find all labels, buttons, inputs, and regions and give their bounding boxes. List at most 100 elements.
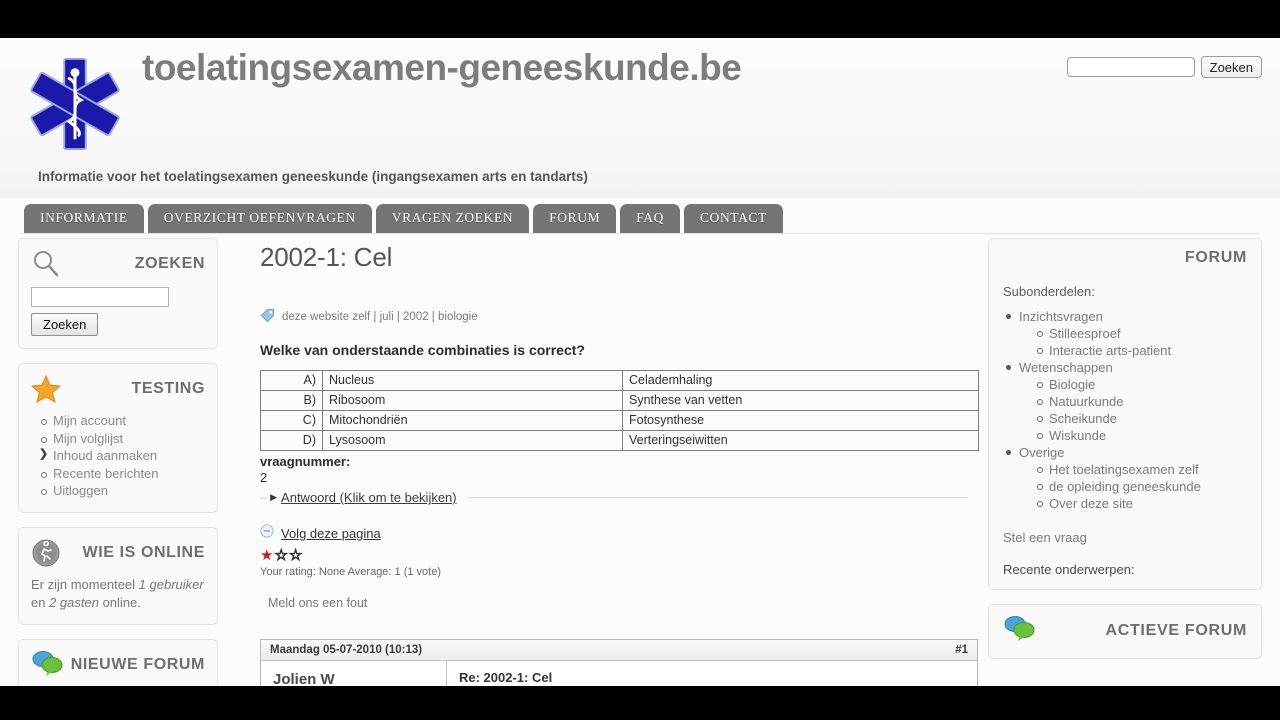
testing-block: TESTING Mijn account Mijn volglijst Inho… bbox=[18, 363, 218, 513]
testing-block-header: TESTING bbox=[30, 374, 205, 404]
header-search-input[interactable] bbox=[1066, 57, 1195, 77]
forum-category-overige[interactable]: Overige Het toelatingsexamen zelf de opl… bbox=[1003, 444, 1247, 512]
forum-subcategory-list: Stilleesproef Interactie arts-patient bbox=[1019, 325, 1247, 359]
nav-item-overzicht-oefenvragen[interactable]: OVERZICHT OEFENVRAGEN bbox=[147, 204, 372, 233]
header-search-form: Zoeken bbox=[1066, 56, 1262, 78]
forum-category-wetenschappen[interactable]: Wetenschappen Biologie Natuurkunde Schei… bbox=[1003, 359, 1247, 444]
sidebar-search-form: Zoeken bbox=[31, 287, 205, 336]
recent-topics-label: Recente onderwerpen: bbox=[1003, 562, 1135, 577]
nav-item-informatie[interactable]: INFORMATIE bbox=[24, 204, 144, 233]
search-block-header: ZOEKEN bbox=[31, 249, 205, 279]
content-meta-text[interactable]: deze website zelf | juli | 2002 | biolog… bbox=[282, 311, 478, 323]
answer-option: Nucleus bbox=[322, 370, 623, 391]
forum-subitem-biologie[interactable]: Biologie bbox=[1033, 376, 1247, 393]
answer-letter: B) bbox=[260, 390, 323, 411]
runner-icon bbox=[31, 538, 61, 568]
testing-menu: Mijn account Mijn volglijst Inhoud aanma… bbox=[31, 412, 205, 500]
online-suffix: online. bbox=[98, 594, 141, 610]
follow-page-row: Volg deze pagina bbox=[260, 524, 968, 543]
forum-tree: Inzichtsvragen Stilleesproef Interactie … bbox=[1003, 308, 1247, 512]
new-forum-topics-title: NIEUWE FORUM bbox=[70, 655, 205, 673]
rating-star-3[interactable]: ☆ bbox=[288, 547, 303, 564]
nav-item-faq[interactable]: FAQ bbox=[620, 204, 680, 233]
answer-value: Verteringseiwitten bbox=[622, 430, 979, 451]
forum-block: FORUM Subonderdelen: Inzichtsvragen Stil… bbox=[988, 238, 1262, 590]
answer-toggle-row: – ▶ Antwoord (Klik om te bekijken) bbox=[260, 490, 968, 505]
forum-subitem-natuurkunde[interactable]: Natuurkunde bbox=[1033, 393, 1247, 410]
forum-subitem-opleiding-geneeskunde[interactable]: de opleiding geneeskunde bbox=[1033, 478, 1247, 495]
sidebar-item-inhoud-aanmaken[interactable]: Inhoud aanmaken bbox=[37, 446, 205, 465]
forum-subitem-over-deze-site[interactable]: Over deze site bbox=[1033, 495, 1247, 512]
forum-category-label: Overige bbox=[1019, 445, 1065, 460]
nav-divider bbox=[20, 233, 1260, 234]
forum-subitem-toelatingsexamen-zelf[interactable]: Het toelatingsexamen zelf bbox=[1033, 461, 1247, 478]
follow-page-link[interactable]: Volg deze pagina bbox=[281, 526, 381, 541]
answer-letter: A) bbox=[260, 370, 323, 391]
forum-subcategory-list: Het toelatingsexamen zelf de opleiding g… bbox=[1019, 461, 1247, 512]
webpage: toelatingsexamen-geneeskunde.be Informat… bbox=[0, 38, 1280, 686]
table-row: B) Ribosoom Synthese van vetten bbox=[260, 390, 979, 411]
report-error-link[interactable]: Meld ons een fout bbox=[268, 596, 968, 610]
screenshot-viewport: toelatingsexamen-geneeskunde.be Informat… bbox=[0, 0, 1280, 720]
triangle-right-icon: ▶ bbox=[270, 492, 278, 502]
sidebar-search-input[interactable] bbox=[31, 287, 169, 307]
online-middle: en bbox=[31, 594, 50, 610]
header-search-button[interactable]: Zoeken bbox=[1200, 56, 1262, 78]
sidebar-item-uitloggen[interactable]: Uitloggen bbox=[37, 482, 205, 500]
answer-value: Celademhaling bbox=[622, 370, 979, 391]
search-block: ZOEKEN Zoeken bbox=[18, 238, 218, 349]
forum-post-header: Maandag 05-07-2010 (10:13) #1 bbox=[261, 640, 977, 661]
speech-bubbles-icon bbox=[31, 650, 63, 680]
forum-post: Maandag 05-07-2010 (10:13) #1 Jolien W O… bbox=[260, 639, 978, 686]
nav-item-vragen-zoeken[interactable]: VRAGEN ZOEKEN bbox=[375, 204, 530, 233]
forum-subcategory-list: Biologie Natuurkunde Scheikunde Wiskunde bbox=[1019, 376, 1247, 444]
nav-item-forum[interactable]: FORUM bbox=[533, 204, 617, 233]
who-is-online-title: WIE IS ONLINE bbox=[82, 543, 205, 561]
forum-subitem-interactie-arts-patient[interactable]: Interactie arts-patient bbox=[1033, 342, 1247, 359]
sidebar-item-mijn-account[interactable]: Mijn account bbox=[37, 412, 205, 430]
table-row: D) Lysosoom Verteringseiwitten bbox=[260, 430, 979, 451]
content-meta: deze website zelf | juli | 2002 | biolog… bbox=[260, 308, 968, 326]
answer-letter: C) bbox=[260, 410, 323, 431]
site-title[interactable]: toelatingsexamen-geneeskunde.be bbox=[142, 46, 762, 89]
forum-subsections-label: Subonderdelen: bbox=[1003, 284, 1095, 299]
answer-toggle-rule bbox=[466, 497, 968, 498]
rating-star-2[interactable]: ☆ bbox=[274, 547, 288, 564]
answer-toggle-link[interactable]: Antwoord (Klik om te bekijken) bbox=[281, 490, 457, 505]
sidebar-search-button[interactable]: Zoeken bbox=[31, 313, 99, 336]
online-users-count: 1 gebruiker bbox=[138, 576, 204, 592]
answer-letter: D) bbox=[260, 430, 323, 451]
forum-subitem-scheikunde[interactable]: Scheikunde bbox=[1033, 410, 1247, 427]
sidebar-item-recente-berichten[interactable]: Recente berichten bbox=[37, 465, 205, 483]
site-header: toelatingsexamen-geneeskunde.be Informat… bbox=[0, 38, 1280, 198]
site-slogan: Informatie voor het toelatingsexamen gen… bbox=[38, 169, 588, 184]
rating-star-1[interactable]: ★ bbox=[260, 547, 274, 564]
speech-bubbles-icon bbox=[1003, 615, 1037, 646]
testing-block-title: TESTING bbox=[131, 380, 205, 397]
forum-block-title: FORUM bbox=[1184, 249, 1247, 266]
forum-subitem-wiskunde[interactable]: Wiskunde bbox=[1033, 427, 1247, 444]
page-title: 2002-1: Cel bbox=[260, 242, 393, 272]
online-prefix: Er zijn momenteel bbox=[31, 576, 139, 592]
answer-option: Mitochondriën bbox=[322, 410, 623, 431]
ask-question-link[interactable]: Stel een vraag bbox=[1003, 530, 1247, 545]
forum-post-author-name[interactable]: Jolien W bbox=[273, 671, 434, 686]
letterbox-bottom bbox=[0, 686, 1280, 720]
active-forum-title: ACTIEVE FORUM bbox=[1105, 621, 1247, 639]
table-row: C) Mitochondriën Fotosynthese bbox=[260, 410, 979, 431]
star-of-life-icon[interactable] bbox=[26, 55, 124, 153]
forum-subitem-stilleesproef[interactable]: Stilleesproef bbox=[1033, 325, 1247, 342]
answer-value: Fotosynthese bbox=[622, 410, 979, 431]
forum-category-inzichtsvragen[interactable]: Inzichtsvragen Stilleesproef Interactie … bbox=[1003, 308, 1247, 359]
forum-category-label: Wetenschappen bbox=[1019, 360, 1113, 375]
star-icon bbox=[30, 374, 62, 404]
tag-icon bbox=[260, 308, 275, 326]
nav-item-contact[interactable]: CONTACT bbox=[684, 204, 783, 233]
sidebar-item-mijn-volglijst[interactable]: Mijn volglijst bbox=[37, 430, 205, 448]
forum-post-number[interactable]: #1 bbox=[955, 644, 968, 656]
rating-stars[interactable]: ★☆☆ bbox=[260, 548, 968, 564]
active-forum-header: ACTIEVE FORUM bbox=[1003, 615, 1247, 646]
page-columns: ZOEKEN Zoeken TESTING Mijn account Mijn … bbox=[0, 238, 1280, 686]
vraagnummer-label: vraagnummer: bbox=[260, 454, 351, 469]
minus-circle-icon bbox=[260, 524, 274, 543]
